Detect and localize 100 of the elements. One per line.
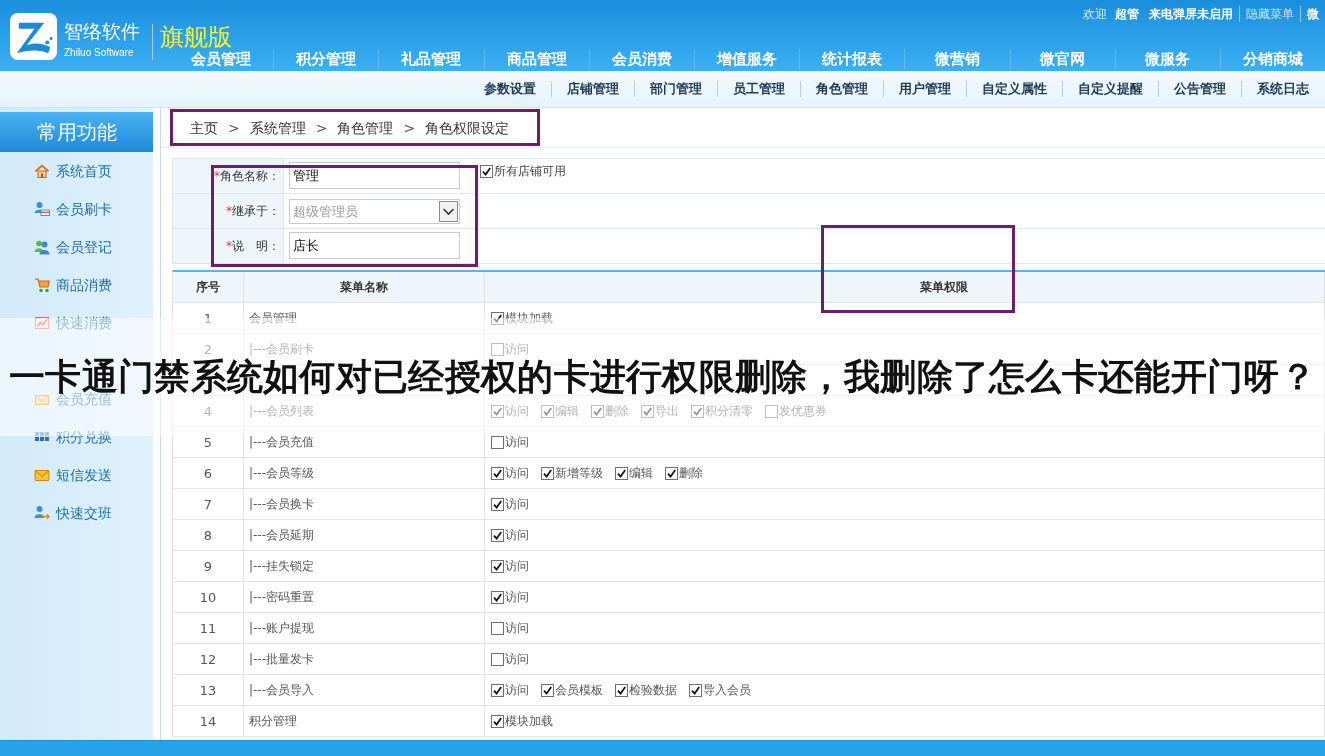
checkbox[interactable]: [541, 404, 554, 418]
subnav-link[interactable]: 部门管理: [634, 81, 717, 97]
person-card-icon[interactable]: [34, 201, 50, 217]
checkbox[interactable]: [615, 683, 628, 697]
breadcrumb-separator: >: [403, 118, 416, 137]
menu-name: |---批量发卡: [244, 644, 485, 674]
menu-name: 积分管理: [244, 706, 485, 736]
permission-label: 发优惠券: [779, 404, 827, 418]
checkbox[interactable]: [480, 164, 493, 178]
nav-tab[interactable]: 统计报表: [799, 49, 905, 69]
checkbox[interactable]: [491, 621, 504, 635]
breadcrumb-link[interactable]: 系统管理: [249, 118, 306, 137]
row-number: 4: [173, 396, 244, 426]
checkbox[interactable]: [491, 311, 504, 325]
nav-tab[interactable]: 微官网: [1009, 49, 1115, 69]
checkbox[interactable]: [491, 683, 504, 697]
checkbox[interactable]: [491, 435, 504, 449]
nav-tab[interactable]: 分销商城: [1219, 49, 1325, 69]
permission-label: 访问: [505, 342, 529, 356]
cart-icon[interactable]: [34, 277, 50, 293]
sidebar-link[interactable]: 会员刷卡: [56, 200, 112, 218]
top-link[interactable]: 微: [1300, 6, 1325, 22]
checkbox[interactable]: [491, 559, 504, 573]
permission-label: 新增等级: [555, 466, 603, 480]
nav-tab[interactable]: 商品管理: [483, 49, 589, 69]
checkbox[interactable]: [491, 590, 504, 604]
row-number: 11: [173, 613, 244, 643]
row-number: 10: [173, 582, 244, 612]
subnav-link[interactable]: 员工管理: [717, 81, 800, 97]
text-field[interactable]: 管理: [289, 162, 460, 189]
required-mark: *: [226, 239, 232, 253]
sidebar-link[interactable]: 快速交班: [56, 504, 112, 522]
subnav-link[interactable]: 角色管理: [800, 81, 883, 97]
row-number: 12: [173, 644, 244, 674]
permission-label: 编辑: [555, 404, 579, 418]
checkbox[interactable]: [541, 683, 554, 697]
chart-icon[interactable]: [34, 315, 50, 331]
nav-tab[interactable]: 增值服务: [693, 49, 800, 69]
nav-tab[interactable]: 会员管理: [169, 49, 274, 69]
menu-name: |---会员列表: [244, 396, 485, 426]
checkbox[interactable]: [691, 404, 704, 418]
two-people-icon[interactable]: [34, 239, 50, 255]
text-field[interactable]: 店长: [289, 232, 460, 259]
checkbox[interactable]: [491, 404, 504, 418]
option-label: 所有店铺可用: [494, 164, 566, 178]
edition-label: 旗舰版: [160, 23, 232, 51]
nav-tab[interactable]: 礼品管理: [378, 49, 484, 69]
envelope-icon[interactable]: [34, 467, 50, 483]
nav-tab[interactable]: 积分管理: [273, 49, 379, 69]
permission-label: 访问: [505, 466, 529, 480]
subnav-link[interactable]: 公告管理: [1158, 81, 1241, 97]
checkbox[interactable]: [615, 466, 628, 480]
checkbox[interactable]: [591, 404, 604, 418]
nav-tab[interactable]: 会员消费: [588, 49, 694, 69]
checkbox[interactable]: [491, 466, 504, 480]
person-arrow-icon[interactable]: [34, 505, 50, 521]
sidebar-link[interactable]: 商品消费: [56, 276, 112, 294]
permission-label: 访问: [505, 559, 529, 573]
permission-label: 访问: [505, 590, 529, 604]
checkbox[interactable]: [765, 404, 778, 418]
breadcrumb-link[interactable]: 主页: [190, 118, 218, 137]
permission-label: 访问: [505, 435, 529, 449]
nav-tab[interactable]: 微服务: [1114, 49, 1220, 69]
row-number: 8: [173, 520, 244, 550]
checkbox[interactable]: [491, 652, 504, 666]
sidebar-link[interactable]: 会员登记: [56, 238, 112, 256]
subnav-link[interactable]: 系统日志: [1241, 81, 1324, 97]
subnav-link[interactable]: 参数设置: [469, 81, 551, 97]
checkbox[interactable]: [689, 683, 702, 697]
checkbox[interactable]: [491, 714, 504, 728]
menu-name: 会员管理: [244, 303, 485, 333]
sidebar-link[interactable]: 积分兑换: [56, 428, 112, 446]
brand-name: 智络软件: [64, 20, 140, 42]
row-number: 7: [173, 489, 244, 519]
checkbox[interactable]: [491, 497, 504, 511]
permission-label: 会员模板: [555, 683, 603, 697]
checkbox[interactable]: [491, 528, 504, 542]
subnav-link[interactable]: 自定义提醒: [1062, 81, 1158, 97]
checkbox[interactable]: [541, 466, 554, 480]
checkbox[interactable]: [641, 404, 654, 418]
permission-label: 积分清零: [705, 404, 753, 418]
top-link[interactable]: 隐藏菜单: [1239, 6, 1300, 22]
top-link[interactable]: 来电弹屏未启用: [1143, 6, 1239, 22]
menu-name: |---会员延期: [244, 520, 485, 550]
sidebar-link[interactable]: 系统首页: [56, 162, 112, 180]
subnav-link[interactable]: 店铺管理: [551, 81, 634, 97]
breadcrumb-current: 角色权限设定: [425, 118, 510, 137]
permission-label: 检验数据: [629, 683, 677, 697]
menu-name: |---会员导入: [244, 675, 485, 705]
subnav-link[interactable]: 用户管理: [883, 81, 966, 97]
nav-tab[interactable]: 微营销: [904, 49, 1010, 69]
permission-label: 访问: [505, 528, 529, 542]
permission-label: 模块加载: [505, 714, 553, 728]
checkbox[interactable]: [491, 342, 504, 356]
subnav-link[interactable]: 自定义属性: [966, 81, 1062, 97]
home-icon[interactable]: [34, 163, 50, 179]
checkbox[interactable]: [665, 466, 678, 480]
permission-label: 访问: [505, 497, 529, 511]
breadcrumb-link[interactable]: 角色管理: [337, 118, 394, 137]
sidebar-link[interactable]: 短信发送: [56, 466, 112, 484]
